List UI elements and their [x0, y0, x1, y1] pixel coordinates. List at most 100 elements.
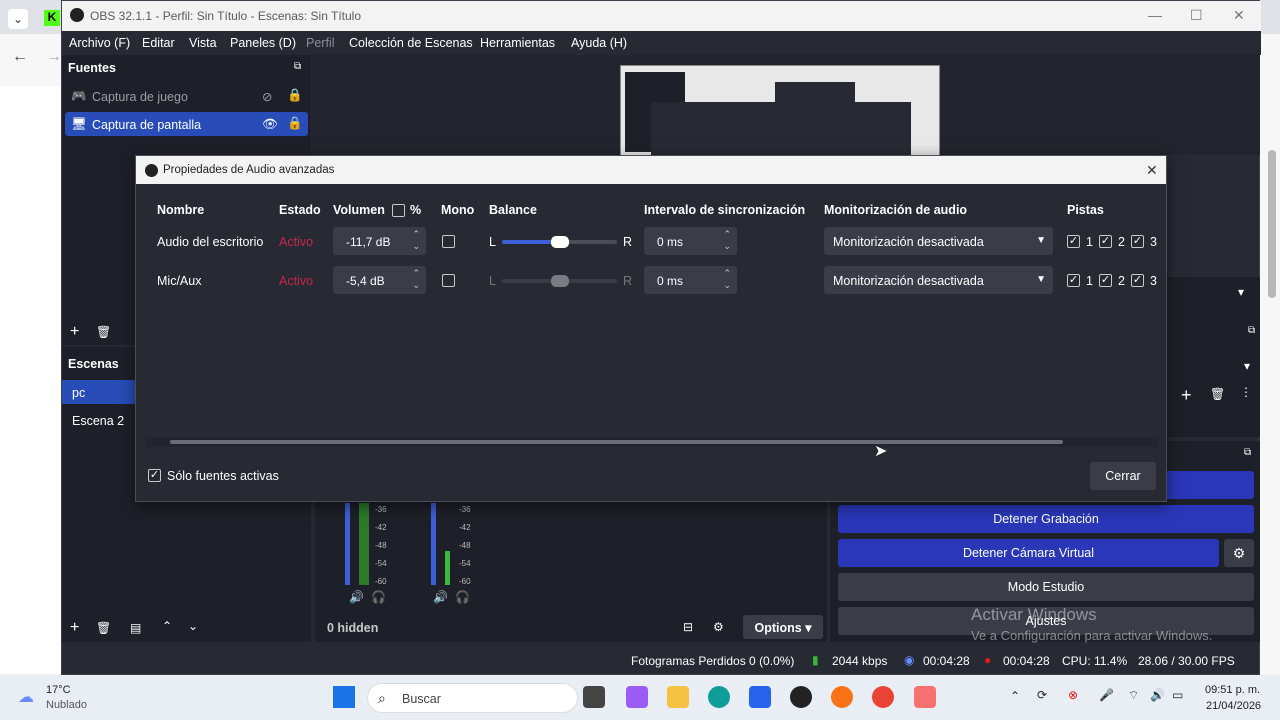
stop-virtual-cam-button[interactable]: Detener Cámara Virtual: [838, 539, 1219, 567]
chevron-up-icon[interactable]: ⌃: [1010, 689, 1020, 703]
add-icon[interactable]: +: [1181, 385, 1192, 406]
speaker-icon[interactable]: 🔊: [433, 590, 448, 604]
spin-down-icon[interactable]: ⌄: [412, 241, 420, 252]
forward-arrow-icon[interactable]: →: [46, 48, 62, 66]
menu-perfil[interactable]: Perfil: [306, 36, 334, 50]
kick-tab-icon[interactable]: K: [44, 10, 60, 26]
lock-icon[interactable]: 🔒: [287, 88, 303, 103]
balance-slider[interactable]: [502, 275, 617, 287]
lock-icon[interactable]: 🔒: [287, 116, 303, 131]
headphone-icon[interactable]: 🎧: [371, 590, 386, 604]
options-button[interactable]: Options ▾: [743, 615, 823, 639]
sync-icon[interactable]: ⟳: [1037, 688, 1047, 702]
tab-dropdown-icon[interactable]: ⌄: [8, 9, 28, 29]
slider-handle[interactable]: [550, 275, 569, 287]
clock-time[interactable]: 09:51 p. m.: [1205, 684, 1260, 696]
move-down-icon[interactable]: ⌄: [188, 619, 198, 633]
microphone-icon[interactable]: 🎤: [1099, 688, 1114, 702]
trash-icon[interactable]: 🗑: [96, 621, 111, 635]
mono-checkbox[interactable]: [442, 274, 455, 287]
menu-archivo[interactable]: Archivo (F): [69, 36, 130, 50]
undock-icon[interactable]: ⧉: [294, 61, 301, 72]
battery-icon[interactable]: ▭: [1172, 688, 1183, 702]
horizontal-scrollbar[interactable]: [146, 437, 1158, 447]
edge-icon[interactable]: [708, 686, 730, 708]
menu-vista[interactable]: Vista: [189, 36, 217, 50]
stop-recording-button[interactable]: Detener Grabación: [838, 505, 1254, 533]
eye-hidden-icon[interactable]: ⊘: [262, 89, 272, 104]
monitor-select[interactable]: Monitorización desactivada ▼: [824, 266, 1053, 294]
volume-spinbox[interactable]: -11,7 dB ⌃ ⌄: [333, 227, 426, 255]
chrome-icon[interactable]: [872, 686, 894, 708]
copilot-icon[interactable]: [626, 686, 648, 708]
add-scene-icon[interactable]: +: [70, 619, 79, 637]
trash-icon[interactable]: 🗑: [1210, 387, 1225, 401]
undock-icon[interactable]: ⧉: [1244, 447, 1251, 458]
spin-up-icon[interactable]: ⌃: [412, 229, 420, 240]
undock-icon[interactable]: ⧉: [1248, 325, 1255, 336]
more-icon[interactable]: ⋮: [1240, 385, 1252, 399]
task-view-icon[interactable]: [583, 686, 605, 708]
track-checkbox[interactable]: ✓: [1067, 235, 1080, 248]
track-checkbox[interactable]: ✓: [1099, 274, 1112, 287]
slider-handle[interactable]: [550, 236, 569, 248]
menu-editar[interactable]: Editar: [142, 36, 175, 50]
track-checkbox[interactable]: ✓: [1131, 235, 1144, 248]
search-box[interactable]: ⌕ Buscar: [367, 683, 578, 713]
add-source-icon[interactable]: +: [70, 323, 79, 341]
volume-spinbox[interactable]: -5,4 dB ⌃ ⌄: [333, 266, 426, 294]
spin-up-icon[interactable]: ⌃: [723, 268, 731, 279]
store-icon[interactable]: [749, 686, 771, 708]
spin-up-icon[interactable]: ⌃: [412, 268, 420, 279]
source-item-game[interactable]: 🎮 Captura de juego ⊘ 🔒: [65, 84, 308, 108]
spin-down-icon[interactable]: ⌄: [723, 241, 731, 252]
app-icon[interactable]: [914, 686, 936, 708]
move-up-icon[interactable]: ⌃: [162, 619, 172, 633]
studio-mode-button[interactable]: Modo Estudio: [838, 573, 1254, 601]
headphone-icon[interactable]: 🎧: [455, 590, 470, 604]
security-icon[interactable]: ⊗: [1068, 688, 1078, 702]
spin-up-icon[interactable]: ⌃: [723, 229, 731, 240]
spin-down-icon[interactable]: ⌄: [723, 280, 731, 291]
source-item-screen[interactable]: 🖥 Captura de pantalla 👁 🔒: [65, 112, 308, 136]
balance-slider[interactable]: [502, 236, 617, 248]
weather-temp[interactable]: 17°C: [46, 684, 71, 696]
virtual-cam-gear-icon[interactable]: ⚙: [1224, 539, 1254, 567]
speaker-icon[interactable]: 🔊: [349, 590, 364, 604]
mixer-settings-icon[interactable]: ⚙: [713, 620, 724, 634]
layout-icon[interactable]: ⊟: [683, 620, 693, 634]
dropdown-arrow-icon[interactable]: ▾: [1244, 359, 1250, 373]
wifi-icon[interactable]: ⌔: [1128, 688, 1139, 703]
spin-down-icon[interactable]: ⌄: [412, 280, 420, 291]
trash-icon[interactable]: 🗑: [96, 325, 111, 339]
volume-icon[interactable]: 🔊: [1150, 688, 1165, 702]
track-checkbox[interactable]: ✓: [1067, 274, 1080, 287]
mono-checkbox[interactable]: [442, 235, 455, 248]
dropdown-arrow-icon[interactable]: ▾: [1238, 285, 1244, 299]
file-explorer-icon[interactable]: [667, 686, 689, 708]
windows-start-icon[interactable]: [333, 686, 355, 708]
monitor-select[interactable]: Monitorización desactivada ▼: [824, 227, 1053, 255]
minimize-icon[interactable]: —: [1148, 7, 1162, 23]
browser-scrollbar[interactable]: [1268, 150, 1276, 298]
eye-icon[interactable]: 👁: [262, 117, 278, 132]
percent-checkbox[interactable]: [392, 204, 405, 217]
only-active-checkbox[interactable]: ✓: [148, 469, 161, 482]
menu-paneles[interactable]: Paneles (D): [230, 36, 296, 50]
back-arrow-icon[interactable]: ←: [12, 48, 28, 66]
track-checkbox[interactable]: ✓: [1131, 274, 1144, 287]
maximize-icon[interactable]: ☐: [1190, 7, 1203, 24]
menu-coleccion[interactable]: Colección de Escenas: [349, 36, 473, 50]
dialog-close-icon[interactable]: ✕: [1146, 162, 1158, 179]
menu-ayuda[interactable]: Ayuda (H): [571, 36, 627, 50]
sync-spinbox[interactable]: 0 ms ⌃ ⌄: [644, 266, 737, 294]
close-button[interactable]: Cerrar: [1090, 462, 1156, 490]
filter-icon[interactable]: ▤: [130, 621, 141, 635]
weather-desc[interactable]: Nublado: [46, 699, 87, 711]
obs-taskbar-icon[interactable]: [790, 686, 812, 708]
sync-spinbox[interactable]: 0 ms ⌃ ⌄: [644, 227, 737, 255]
scrollbar-thumb[interactable]: [170, 440, 1063, 444]
menu-herramientas[interactable]: Herramientas: [480, 36, 555, 50]
track-checkbox[interactable]: ✓: [1099, 235, 1112, 248]
clock-date[interactable]: 21/04/2026: [1206, 700, 1261, 712]
